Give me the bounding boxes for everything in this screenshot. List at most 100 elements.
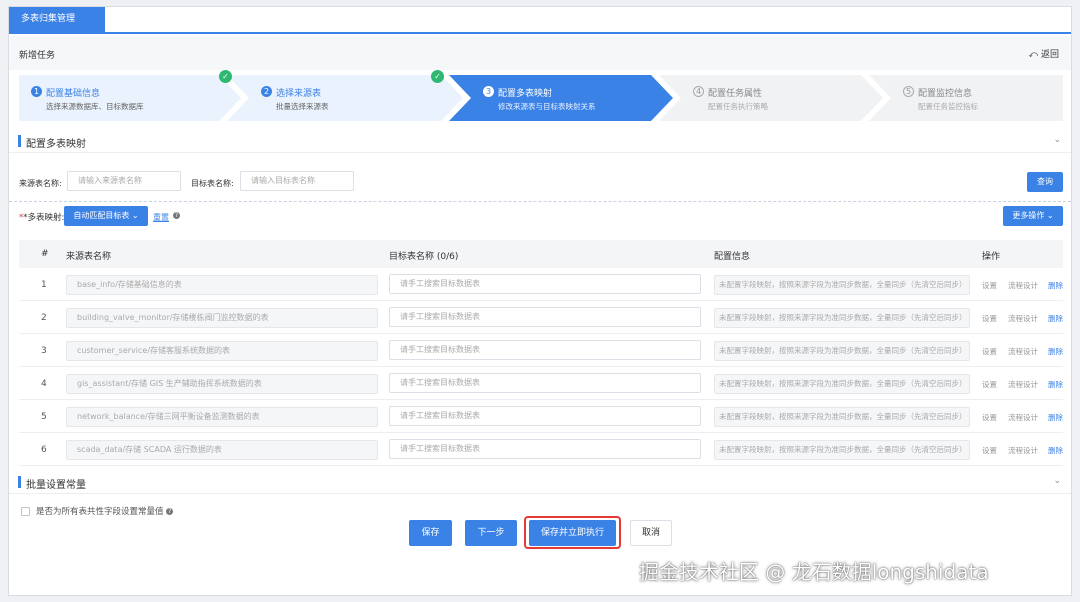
col-ops: 操作 bbox=[982, 252, 1001, 262]
target-table-input[interactable]: 请手工搜索目标数据表 bbox=[389, 406, 701, 426]
step-2-subtitle: 批量选择来源表 bbox=[276, 102, 329, 111]
step-1-number: 1 bbox=[31, 86, 42, 97]
section-mapping-title: 配置多表映射 bbox=[26, 139, 86, 150]
flow-design-link[interactable]: 流程设计 bbox=[1008, 280, 1038, 291]
check-icon: ✓ bbox=[219, 70, 232, 83]
row-index: 6 bbox=[41, 445, 47, 455]
col-target: 目标表名称 (0/6) bbox=[389, 252, 459, 262]
step-3[interactable]: 3 配置多表映射 修改来源表与目标表映射关系 bbox=[471, 75, 651, 121]
page-title: 新增任务 bbox=[19, 51, 56, 61]
flow-design-link[interactable]: 流程设计 bbox=[1008, 445, 1038, 456]
help-icon[interactable]: ? bbox=[166, 508, 174, 515]
row-index: 5 bbox=[41, 412, 47, 422]
step-5[interactable]: 5 配置监控信息 配置任务监控指标 bbox=[891, 75, 1061, 121]
page-header: 新增任务 ⤺ 返回 bbox=[9, 36, 1071, 70]
step-2-title: 选择来源表 bbox=[276, 89, 322, 99]
help-icon[interactable]: ? bbox=[173, 212, 180, 219]
flow-design-link[interactable]: 流程设计 bbox=[1008, 313, 1038, 324]
target-table-input[interactable]: 请手工搜索目标数据表 bbox=[389, 340, 701, 360]
source-table-field: base_info/存储基础信息的表 bbox=[66, 275, 378, 295]
chevron-down-icon: ⌄ bbox=[129, 211, 139, 220]
step-4-title: 配置任务属性 bbox=[708, 89, 763, 99]
source-table-field: scada_data/存储 SCADA 运行数据的表 bbox=[66, 440, 378, 460]
delete-link[interactable]: 删除 bbox=[1048, 445, 1063, 456]
table-row: 2 building_valve_monitor/存储楼栋阀门监控数据的表 请手… bbox=[19, 302, 1063, 334]
tab-multi-table-collection[interactable]: 多表归集管理 bbox=[9, 7, 105, 32]
more-actions-button[interactable]: 更多操作 ⌄ bbox=[1003, 206, 1063, 226]
step-1-subtitle: 选择来源数据库、目标数据库 bbox=[46, 102, 144, 111]
target-filter-label: 目标表名称: bbox=[191, 179, 234, 188]
delete-link[interactable]: 删除 bbox=[1048, 412, 1063, 423]
chevron-down-icon[interactable]: ⌄ bbox=[1053, 135, 1061, 145]
flow-design-link[interactable]: 流程设计 bbox=[1008, 379, 1038, 390]
row-index: 3 bbox=[41, 346, 47, 356]
row-index: 4 bbox=[41, 379, 47, 389]
filter-bar: 来源表名称: 请输入来源表名称 目标表名称: 请输入目标表名称 查询 bbox=[9, 162, 1071, 202]
flow-design-link[interactable]: 流程设计 bbox=[1008, 412, 1038, 423]
delete-link[interactable]: 删除 bbox=[1048, 280, 1063, 291]
table-row: 5 network_balance/存储三网平衡设备监测数据的表 请手工搜索目标… bbox=[19, 401, 1063, 433]
settings-link[interactable]: 设置 bbox=[982, 346, 997, 357]
reset-link[interactable]: 重置 bbox=[153, 212, 169, 223]
constants-option[interactable]: 是否为所有表共性字段设置常量值 ? bbox=[21, 505, 174, 517]
step-5-number: 5 bbox=[903, 86, 914, 97]
auto-match-button[interactable]: 自动匹配目标表 ⌄ bbox=[64, 206, 148, 226]
query-button[interactable]: 查询 bbox=[1027, 172, 1063, 192]
config-info: 未配置字段映射，按照来源字段为准同步数据，全量同步（先清空后同步） bbox=[714, 275, 970, 295]
config-info: 未配置字段映射，按照来源字段为准同步数据，全量同步（先清空后同步） bbox=[714, 440, 970, 460]
settings-link[interactable]: 设置 bbox=[982, 313, 997, 324]
target-table-input[interactable]: 请手工搜索目标数据表 bbox=[389, 274, 701, 294]
step-2[interactable]: 2 选择来源表 批量选择来源表 bbox=[249, 75, 439, 121]
settings-link[interactable]: 设置 bbox=[982, 445, 997, 456]
cancel-button[interactable]: 取消 bbox=[630, 520, 672, 546]
step-5-subtitle: 配置任务监控指标 bbox=[918, 102, 978, 111]
step-5-title: 配置监控信息 bbox=[918, 89, 973, 99]
settings-link[interactable]: 设置 bbox=[982, 280, 997, 291]
flow-design-link[interactable]: 流程设计 bbox=[1008, 346, 1038, 357]
save-button[interactable]: 保存 bbox=[409, 520, 452, 546]
step-2-number: 2 bbox=[261, 86, 272, 97]
config-info: 未配置字段映射，按照来源字段为准同步数据，全量同步（先清空后同步） bbox=[714, 407, 970, 427]
step-4-number: 4 bbox=[693, 86, 704, 97]
col-source: 来源表名称 bbox=[66, 252, 112, 262]
mapping-label-text: *多表映射: bbox=[23, 213, 65, 223]
settings-link[interactable]: 设置 bbox=[982, 412, 997, 423]
target-table-input[interactable]: 请手工搜索目标数据表 bbox=[389, 307, 701, 327]
config-info: 未配置字段映射，按照来源字段为准同步数据，全量同步（先清空后同步） bbox=[714, 341, 970, 361]
step-4-subtitle: 配置任务执行策略 bbox=[708, 102, 768, 111]
step-wizard: 1 配置基础信息 选择来源数据库、目标数据库 ✓ 2 选择来源表 批量选择来源表… bbox=[19, 70, 1063, 121]
chevron-down-icon: ⌄ bbox=[1044, 211, 1054, 220]
chevron-down-icon[interactable]: ⌄ bbox=[1053, 476, 1061, 486]
back-arrow-icon: ⤺ bbox=[1028, 50, 1041, 60]
step-3-subtitle: 修改来源表与目标表映射关系 bbox=[498, 102, 596, 111]
table-row: 1 base_info/存储基础信息的表 请手工搜索目标数据表 未配置字段映射，… bbox=[19, 269, 1063, 301]
back-label: 返回 bbox=[1040, 50, 1059, 60]
back-button[interactable]: ⤺ 返回 bbox=[1029, 47, 1060, 60]
settings-link[interactable]: 设置 bbox=[982, 379, 997, 390]
target-table-input[interactable]: 请手工搜索目标数据表 bbox=[389, 373, 701, 393]
section-constants-header[interactable]: 批量设置常量 ⌄ bbox=[9, 470, 1071, 494]
delete-link[interactable]: 删除 bbox=[1048, 313, 1063, 324]
target-table-input[interactable]: 请手工搜索目标数据表 bbox=[389, 439, 701, 459]
save-and-run-button[interactable]: 保存并立即执行 bbox=[529, 520, 616, 546]
row-index: 1 bbox=[41, 280, 47, 290]
step-1[interactable]: 1 配置基础信息 选择来源数据库、目标数据库 bbox=[19, 75, 219, 121]
next-step-button[interactable]: 下一步 bbox=[465, 520, 517, 546]
delete-link[interactable]: 删除 bbox=[1048, 379, 1063, 390]
delete-link[interactable]: 删除 bbox=[1048, 346, 1063, 357]
mapping-label: **多表映射: bbox=[19, 213, 65, 223]
source-filter-input[interactable]: 请输入来源表名称 bbox=[67, 171, 181, 191]
section-mapping-header[interactable]: 配置多表映射 ⌄ bbox=[9, 129, 1071, 153]
step-1-title: 配置基础信息 bbox=[46, 89, 101, 99]
constants-checkbox[interactable] bbox=[21, 507, 30, 516]
target-filter-input[interactable]: 请输入目标表名称 bbox=[240, 171, 354, 191]
section-constants-title: 批量设置常量 bbox=[26, 480, 86, 491]
auto-match-label: 自动匹配目标表 bbox=[73, 211, 130, 220]
source-table-field: building_valve_monitor/存储楼栋阀门监控数据的表 bbox=[66, 308, 378, 328]
table-header: # 来源表名称 目标表名称 (0/6) 配置信息 操作 bbox=[19, 240, 1063, 268]
row-index: 2 bbox=[41, 313, 47, 323]
section-accent-bar bbox=[18, 135, 21, 147]
step-4[interactable]: 4 配置任务属性 配置任务执行策略 bbox=[681, 75, 861, 121]
watermark: 掘金技术社区 @ 龙石数据longshidata bbox=[639, 560, 989, 584]
col-index: # bbox=[41, 249, 49, 259]
